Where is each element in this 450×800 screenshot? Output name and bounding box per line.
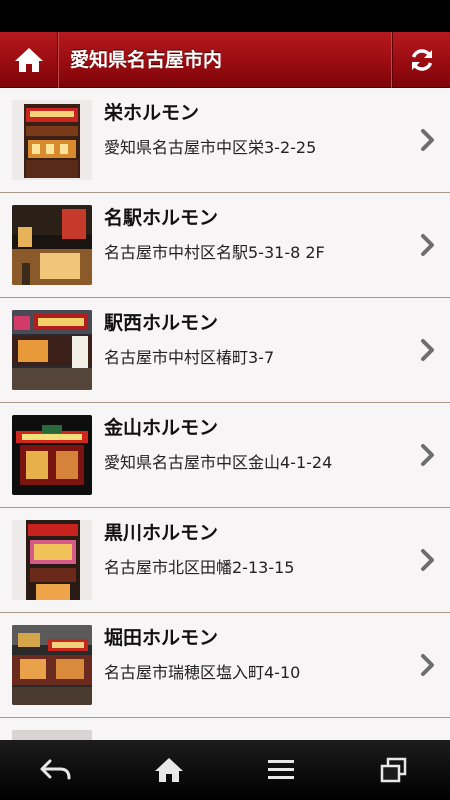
- store-photo: [12, 415, 92, 495]
- home-icon: [154, 758, 183, 782]
- refresh-icon: [411, 49, 432, 71]
- store-photo: [12, 520, 92, 600]
- store-name: 堀田ホルモン: [104, 627, 219, 649]
- list-item[interactable]: 駅西ホルモン 名古屋市中村区椿町3-7: [0, 298, 450, 403]
- app-header: 愛知県名古屋市内: [0, 32, 450, 88]
- store-name: 金山ホルモン: [104, 417, 219, 439]
- chevron-right-icon: [421, 339, 434, 361]
- home-nav-button[interactable]: [113, 740, 226, 800]
- chevron-right-icon: [421, 444, 434, 466]
- chevron-right-icon: [421, 654, 434, 676]
- store-photo: [12, 310, 92, 390]
- system-nav-bar: [0, 740, 450, 800]
- store-photo: [12, 205, 92, 285]
- list-item[interactable]: 名駅ホルモン 名古屋市中村区名駅5-31-8 2F: [0, 193, 450, 298]
- recent-apps-icon: [380, 757, 406, 783]
- store-address: 名古屋市中村区椿町3-7: [104, 348, 275, 367]
- refresh-button[interactable]: [392, 32, 450, 88]
- store-address: 愛知県名古屋市中区栄3-2-25: [104, 138, 317, 157]
- store-name: 黒川ホルモン: [104, 522, 219, 544]
- chevron-right-icon: [421, 129, 434, 151]
- list-item[interactable]: 堀田ホルモン 名古屋市瑞穂区塩入町4-10: [0, 613, 450, 718]
- store-photo: [12, 625, 92, 705]
- home-button[interactable]: [0, 32, 58, 88]
- menu-icon: [268, 760, 295, 779]
- list-item[interactable]: [0, 718, 450, 740]
- store-address: 名古屋市北区田幡2-13-15: [104, 558, 295, 577]
- store-photo: [12, 730, 92, 740]
- store-name: 栄ホルモン: [104, 102, 200, 124]
- store-name: 名駅ホルモン: [104, 207, 219, 229]
- menu-button[interactable]: [225, 740, 338, 800]
- list-item[interactable]: 黒川ホルモン 名古屋市北区田幡2-13-15: [0, 508, 450, 613]
- store-address: 名古屋市瑞穂区塩入町4-10: [104, 663, 301, 682]
- store-address: 名古屋市中村区名駅5-31-8 2F: [104, 243, 325, 262]
- store-list[interactable]: 栄ホルモン 愛知県名古屋市中区栄3-2-25 名駅ホルモン 名古屋市中村区名駅5…: [0, 88, 450, 740]
- home-icon: [14, 48, 43, 72]
- list-item[interactable]: 栄ホルモン 愛知県名古屋市中区栄3-2-25: [0, 88, 450, 193]
- back-button[interactable]: [0, 740, 113, 800]
- recent-apps-button[interactable]: [338, 740, 450, 800]
- store-name: 駅西ホルモン: [104, 312, 219, 334]
- store-address: 愛知県名古屋市中区金山4-1-24: [104, 453, 333, 472]
- chevron-right-icon: [421, 234, 434, 256]
- status-bar: [0, 0, 450, 32]
- back-icon: [40, 759, 71, 780]
- list-item[interactable]: 金山ホルモン 愛知県名古屋市中区金山4-1-24: [0, 403, 450, 508]
- store-photo: [12, 100, 92, 180]
- page-title: 愛知県名古屋市内: [70, 49, 223, 71]
- chevron-right-icon: [421, 549, 434, 571]
